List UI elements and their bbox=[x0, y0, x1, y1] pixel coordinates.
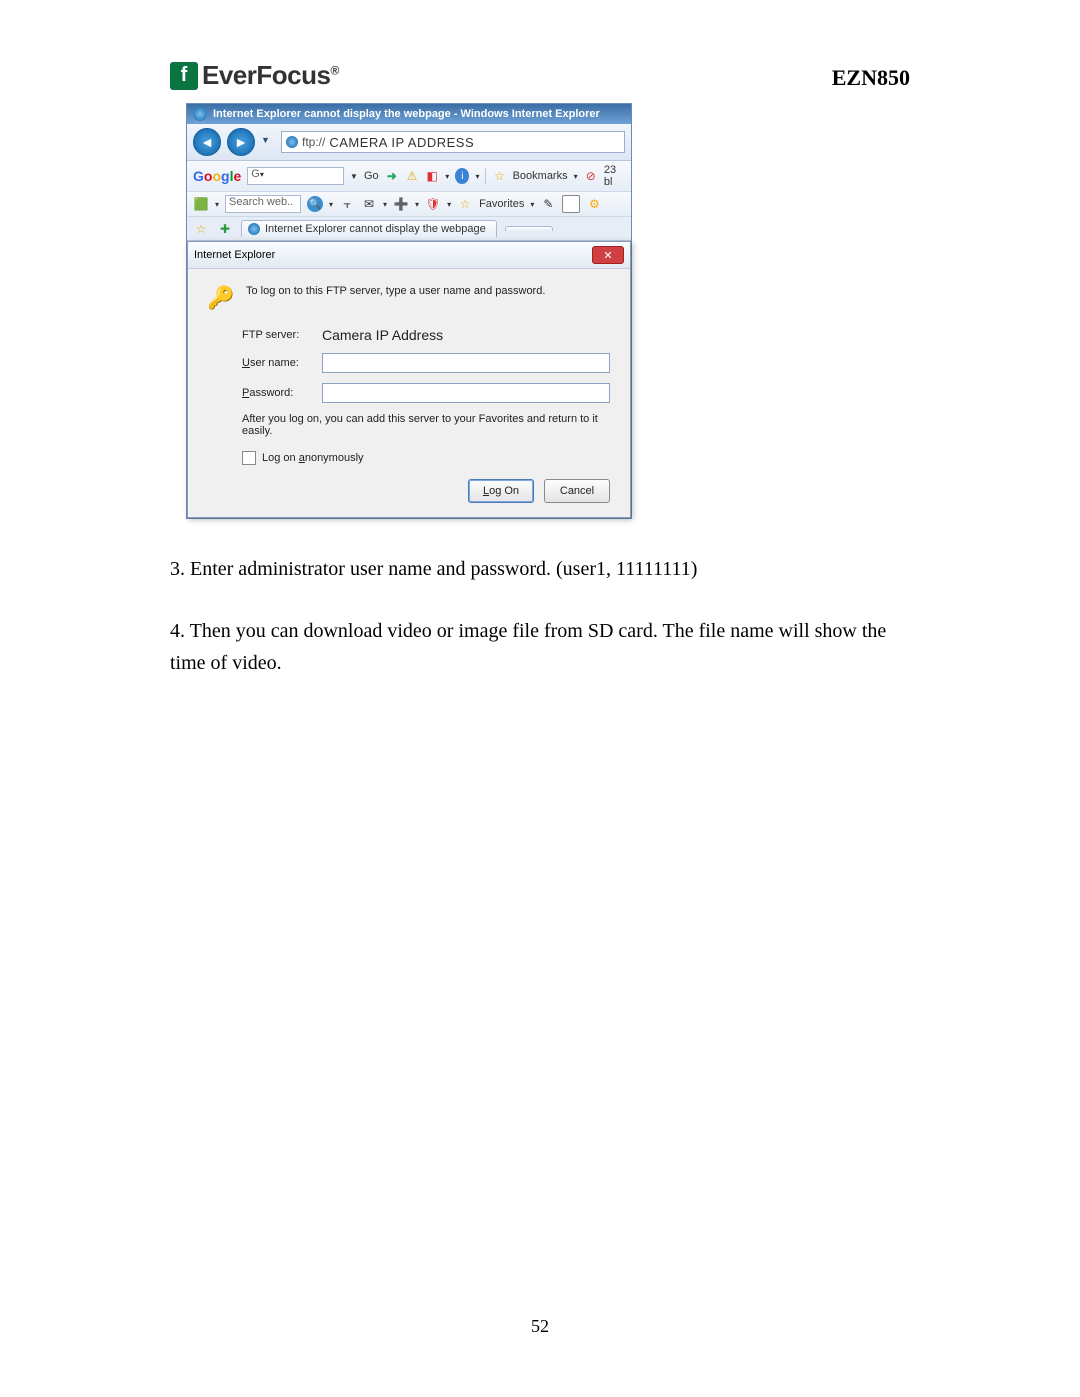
box-icon[interactable] bbox=[562, 195, 580, 213]
google-logo: Google bbox=[193, 168, 241, 184]
tabs-row: ☆ ✚ Internet Explorer cannot display the… bbox=[187, 217, 631, 241]
shield-icon[interactable]: 🛡 bbox=[425, 196, 441, 212]
login-dialog: Internet Explorer ✕ 🔑 To log on to this … bbox=[187, 241, 631, 518]
star-icon: ☆ bbox=[457, 196, 473, 212]
back-button[interactable]: ◄ bbox=[193, 128, 221, 156]
window-title: Internet Explorer cannot display the web… bbox=[213, 108, 600, 120]
new-tab-button[interactable] bbox=[505, 226, 553, 231]
dropdown-icon[interactable]: ▼ bbox=[350, 172, 358, 181]
registered-icon: ® bbox=[330, 63, 338, 77]
document-header: f EverFocus® EZN850 bbox=[170, 60, 910, 91]
key-icon: 🔑 bbox=[208, 285, 234, 311]
logo-text: EverFocus® bbox=[202, 60, 339, 91]
password-label: Password: bbox=[242, 387, 312, 399]
bookmark-star-icon[interactable]: ☆ bbox=[492, 168, 506, 184]
address-bar[interactable]: ftp:// CAMERA IP ADDRESS bbox=[281, 131, 625, 153]
go-label[interactable]: Go bbox=[364, 170, 379, 182]
toolbar-icon[interactable]: ◧ bbox=[425, 168, 439, 184]
close-button[interactable]: ✕ bbox=[592, 246, 624, 264]
page-number: 52 bbox=[0, 1316, 1080, 1337]
browser-tab[interactable]: Internet Explorer cannot display the web… bbox=[241, 220, 497, 237]
info-icon[interactable]: i bbox=[455, 168, 469, 184]
history-dropdown-icon[interactable]: ▼ bbox=[261, 135, 275, 149]
nav-row: ◄ ► ▼ ftp:// CAMERA IP ADDRESS bbox=[187, 124, 631, 161]
ftp-server-value: Camera IP Address bbox=[322, 327, 443, 343]
cancel-button[interactable]: Cancel bbox=[544, 479, 610, 503]
brand-logo: f EverFocus® bbox=[170, 60, 339, 91]
dropdown-icon[interactable]: ▾ bbox=[215, 200, 219, 209]
forward-button[interactable]: ► bbox=[227, 128, 255, 156]
win-icon[interactable]: 🟩 bbox=[193, 196, 209, 212]
plus-icon[interactable]: ➕ bbox=[393, 196, 409, 212]
address-value: CAMERA IP ADDRESS bbox=[329, 135, 474, 150]
bookmarks-count: 23 bl bbox=[604, 164, 625, 188]
google-toolbar: Google G▾ ▼ Go ➜ ⚠ ◧▾ i▾ ☆ Bookmarks▾ ⊘ … bbox=[187, 161, 631, 192]
warning-icon[interactable]: ⚠ bbox=[405, 168, 419, 184]
mail-icon[interactable]: ✉ bbox=[361, 196, 377, 212]
tab-title: Internet Explorer cannot display the web… bbox=[265, 223, 486, 235]
blocker-icon[interactable]: ⊘ bbox=[584, 168, 598, 184]
dialog-note: After you log on, you can add this serve… bbox=[242, 413, 610, 437]
bookmarks-label[interactable]: Bookmarks bbox=[513, 170, 568, 182]
search-web-input[interactable]: Search web.. bbox=[225, 195, 301, 213]
dialog-titlebar: Internet Explorer ✕ bbox=[188, 242, 630, 269]
page-icon bbox=[286, 136, 298, 148]
logon-button[interactable]: Log On bbox=[468, 479, 534, 503]
go-icon[interactable]: ➜ bbox=[385, 168, 399, 184]
dialog-title: Internet Explorer bbox=[194, 249, 275, 261]
favorites-star-icon[interactable]: ☆ bbox=[193, 221, 209, 237]
edit-icon[interactable]: ✎ bbox=[540, 196, 556, 212]
anonymous-label: Log on anonymously bbox=[262, 452, 364, 464]
document-body: 3. Enter administrator user name and pas… bbox=[170, 553, 910, 679]
ie-icon bbox=[193, 107, 207, 121]
step-3: 3. Enter administrator user name and pas… bbox=[170, 553, 910, 585]
logo-word: EverFocus bbox=[202, 60, 330, 90]
search-icon[interactable]: 🔍 bbox=[307, 196, 323, 212]
logo-mark-icon: f bbox=[170, 62, 198, 90]
username-label: User name: bbox=[242, 357, 312, 369]
model-number: EZN850 bbox=[832, 65, 910, 91]
google-search-input[interactable]: G▾ bbox=[247, 167, 344, 185]
ie-screenshot: Internet Explorer cannot display the web… bbox=[186, 103, 632, 519]
address-protocol: ftp:// bbox=[302, 135, 325, 149]
window-titlebar: Internet Explorer cannot display the web… bbox=[187, 104, 631, 124]
add-tab-icon[interactable]: ✚ bbox=[217, 221, 233, 237]
password-input[interactable] bbox=[322, 383, 610, 403]
username-input[interactable] bbox=[322, 353, 610, 373]
settings-icon[interactable]: ⚙ bbox=[586, 196, 602, 212]
dialog-instruction: To log on to this FTP server, type a use… bbox=[246, 285, 610, 297]
split-icon[interactable]: ⫟ bbox=[339, 196, 355, 212]
yahoo-toolbar: 🟩 ▾ Search web.. 🔍▾ ⫟ ✉ ▾ ➕ ▾ 🛡 ▾ ☆ Favo… bbox=[187, 192, 631, 217]
favorites-label[interactable]: Favorites bbox=[479, 198, 524, 210]
ftp-server-label: FTP server: bbox=[242, 329, 312, 341]
step-4: 4. Then you can download video or image … bbox=[170, 615, 910, 679]
anonymous-checkbox[interactable] bbox=[242, 451, 256, 465]
tab-icon bbox=[248, 223, 260, 235]
google-search-value: G bbox=[251, 168, 260, 180]
